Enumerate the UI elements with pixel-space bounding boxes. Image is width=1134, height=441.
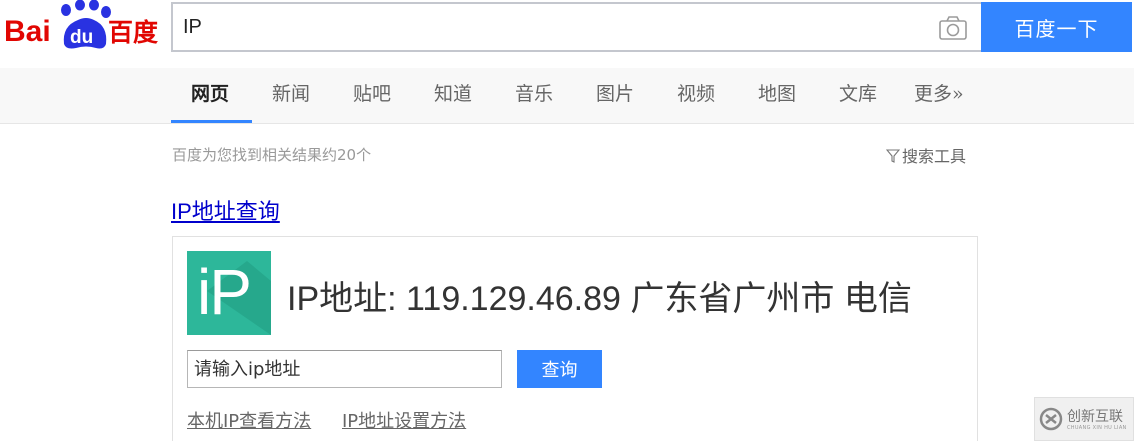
- query-button[interactable]: 查询: [517, 350, 602, 388]
- tab-map[interactable]: 地图: [758, 68, 796, 124]
- tab-web[interactable]: 网页: [191, 68, 229, 124]
- logo-text-baidu: 百度: [108, 18, 158, 47]
- tab-images[interactable]: 图片: [596, 68, 634, 124]
- baidu-logo[interactable]: Bai du 百度: [4, 0, 160, 52]
- search-box: [171, 2, 982, 52]
- search-input[interactable]: [183, 4, 923, 50]
- tab-bar: 网页 新闻 贴吧 知道 音乐 图片 视频 地图 文库 更多»: [0, 68, 1134, 124]
- ip-logo: iP: [187, 251, 271, 335]
- watermark-text: 创新互联: [1067, 409, 1123, 425]
- ip-settings-howto-link[interactable]: IP地址设置方法: [342, 407, 466, 433]
- logo-text-du: du: [70, 27, 93, 48]
- logo-text-bai: Bai: [4, 15, 51, 48]
- ip-label: IP地址:: [287, 280, 407, 318]
- watermark-subtext: CHUANG XIN HU LIAN: [1067, 425, 1127, 431]
- tab-news[interactable]: 新闻: [272, 68, 310, 124]
- header: Bai du 百度 百度一下: [0, 0, 1134, 68]
- ip-query-input[interactable]: [187, 350, 502, 388]
- funnel-icon: [886, 149, 900, 163]
- ip-location: 广东省广州市: [630, 280, 835, 318]
- tab-more[interactable]: 更多»: [914, 68, 964, 124]
- camera-icon[interactable]: [938, 15, 968, 41]
- local-ip-howto-link[interactable]: 本机IP查看方法: [187, 407, 311, 433]
- ip-logo-text: iP: [197, 256, 252, 328]
- search-tools[interactable]: 搜索工具: [886, 143, 966, 167]
- result-count: 百度为您找到相关结果约20个: [172, 146, 372, 164]
- active-tab-indicator: [171, 120, 252, 123]
- search-button[interactable]: 百度一下: [981, 2, 1132, 52]
- result-title-link[interactable]: IP地址查询: [171, 194, 280, 226]
- search-tools-label: 搜索工具: [902, 147, 967, 166]
- tab-video[interactable]: 视频: [677, 68, 715, 124]
- ip-isp: 电信: [843, 280, 912, 318]
- tab-zhidao[interactable]: 知道: [434, 68, 472, 124]
- watermark: 创新互联 CHUANG XIN HU LIAN: [1034, 397, 1134, 441]
- tab-wenku[interactable]: 文库: [839, 68, 877, 124]
- tab-tieba[interactable]: 贴吧: [353, 68, 391, 124]
- ip-address: 119.129.46.89: [406, 280, 621, 318]
- ip-info-line: IP地址: 119.129.46.89 广东省广州市 电信: [287, 271, 912, 320]
- tab-music[interactable]: 音乐: [515, 68, 553, 124]
- ip-card: iP IP地址: 119.129.46.89 广东省广州市 电信 查询 本机IP…: [172, 236, 978, 441]
- watermark-logo-icon: [1039, 407, 1063, 431]
